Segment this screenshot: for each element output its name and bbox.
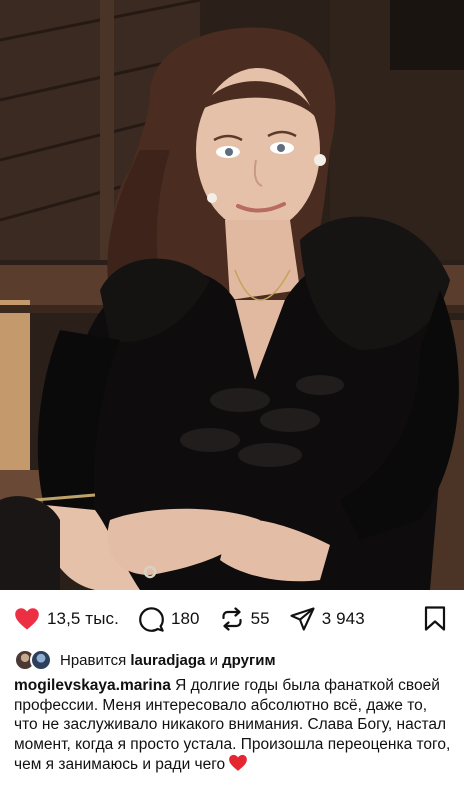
liked-by-prefix: Нравится <box>60 651 127 669</box>
post-photo[interactable] <box>0 0 464 590</box>
repost-action[interactable]: 55 <box>220 607 270 631</box>
repost-icon[interactable] <box>220 607 244 631</box>
liked-by-others[interactable]: другим <box>222 652 275 669</box>
comment-action[interactable]: 180 <box>139 606 200 632</box>
avatar[interactable] <box>30 649 52 671</box>
post-photo-image <box>0 0 464 590</box>
like-action[interactable]: 13,5 тыс. <box>14 607 119 631</box>
comment-icon[interactable] <box>139 606 164 632</box>
caption-username[interactable]: mogilevskaya.marina <box>14 677 171 694</box>
liked-by-user[interactable]: lauradjaga <box>130 652 205 669</box>
post-action-bar: 13,5 тыс. 180 55 3 943 <box>0 596 464 642</box>
liker-avatars[interactable] <box>14 649 54 671</box>
repost-count[interactable]: 55 <box>251 609 270 629</box>
liked-by-joiner: и <box>209 651 218 669</box>
comment-count[interactable]: 180 <box>171 609 200 629</box>
share-action[interactable]: 3 943 <box>290 607 365 631</box>
share-count[interactable]: 3 943 <box>322 609 365 629</box>
liked-by-row[interactable]: Нравится lauradjaga и другим <box>14 648 276 672</box>
share-icon[interactable] <box>290 607 315 631</box>
bookmark-icon[interactable] <box>424 606 446 636</box>
post-caption: mogilevskaya.marina Я долгие годы была ф… <box>14 676 452 778</box>
red-heart-icon <box>228 754 248 778</box>
heart-icon[interactable] <box>14 607 40 631</box>
like-count[interactable]: 13,5 тыс. <box>47 609 119 629</box>
